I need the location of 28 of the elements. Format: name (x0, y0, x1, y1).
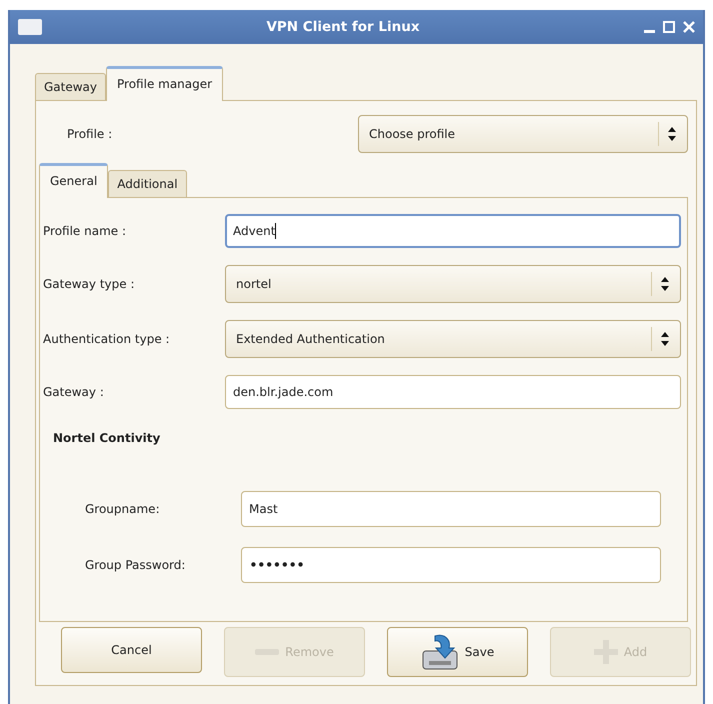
updown-arrows-icon (667, 126, 677, 142)
dropdown[interactable]: Choose profile (358, 115, 688, 153)
field-label: Group Password: (84, 558, 186, 572)
field-label: Gateway type : (43, 277, 136, 291)
field-label: Profile : (66, 127, 114, 141)
save-tray-icon (420, 633, 459, 671)
updown-arrows-icon (660, 276, 670, 292)
text-field[interactable]: den.blr.jade.com (225, 375, 681, 409)
cancel-button[interactable]: Cancel (61, 627, 202, 673)
updown-arrows-icon (660, 331, 670, 347)
window-title: VPN Client for Linux (265, 19, 421, 35)
tab[interactable]: Gateway (35, 73, 106, 101)
tab[interactable]: Additional (108, 170, 187, 198)
save-button[interactable]: Save (387, 627, 528, 677)
tab[interactable]: Profile manager (106, 66, 224, 101)
text-field[interactable]: Mast (241, 491, 661, 527)
dropdown[interactable]: nortel (225, 265, 681, 303)
maximize-icon[interactable] (663, 21, 675, 33)
section-title: Nortel Contivity (52, 431, 162, 445)
field-label: Gateway : (43, 385, 105, 399)
close-icon[interactable] (683, 21, 695, 33)
tab[interactable]: General (39, 163, 108, 198)
field-label: Profile name : (43, 224, 128, 238)
dropdown[interactable]: Extended Authentication (225, 320, 681, 358)
text-field[interactable]: Advent (225, 214, 681, 248)
field-label: Authentication type : (43, 332, 171, 346)
field-label: Groupname: (84, 502, 161, 516)
password-field[interactable]: ••••••• (241, 547, 661, 583)
